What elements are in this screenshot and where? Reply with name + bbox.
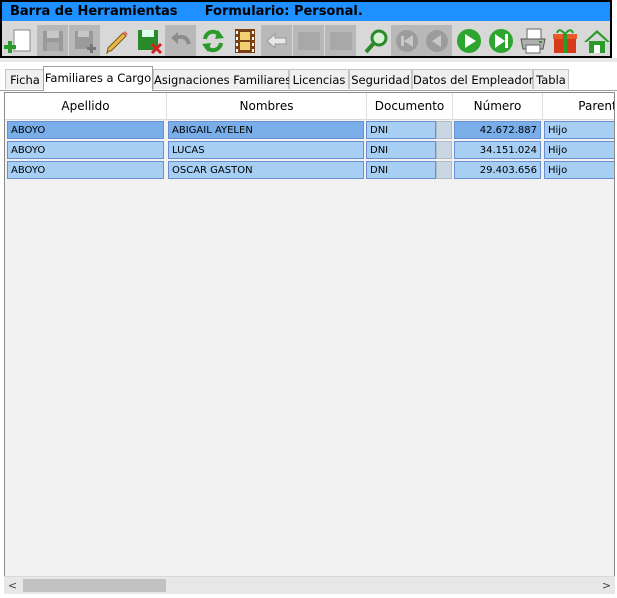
previous-record-icon[interactable] (421, 25, 452, 56)
scroll-left-arrow[interactable]: < (4, 577, 21, 594)
blank-icon-2[interactable] (325, 25, 356, 56)
undo-icon[interactable] (165, 25, 196, 56)
cell-documento[interactable]: DNI (366, 141, 436, 159)
toolbar-icons (2, 23, 610, 56)
home-icon[interactable] (581, 25, 612, 56)
tab-tabla[interactable]: Tabla (533, 69, 569, 89)
cell-documento-button[interactable] (436, 141, 452, 159)
tab-ficha[interactable]: Ficha (5, 69, 45, 89)
column-header-apellido[interactable]: Apellido (5, 93, 167, 119)
film-icon[interactable] (229, 25, 260, 56)
next-record-icon[interactable] (453, 25, 484, 56)
printer-icon[interactable] (517, 25, 548, 56)
cell-documento-button[interactable] (436, 121, 452, 139)
save-add-icon[interactable] (69, 25, 100, 56)
family-grid: Apellido Nombres Documento Número Parent… (4, 92, 615, 594)
tab-seguridad[interactable]: Seguridad (349, 69, 412, 89)
cell-documento[interactable]: DNI (366, 121, 436, 139)
cell-documento-button[interactable] (436, 161, 452, 179)
save-icon[interactable] (37, 25, 68, 56)
cell-parentesco[interactable]: Hijo (544, 121, 614, 139)
cell-apellido[interactable]: ABOYO (7, 141, 164, 159)
add-record-icon[interactable] (2, 25, 33, 56)
toolbar-title: Barra de Herramientas Formulario: Person… (2, 2, 610, 21)
toolbar: Barra de Herramientas Formulario: Person… (0, 0, 612, 58)
scroll-right-arrow[interactable]: > (598, 577, 615, 594)
back-arrow-icon[interactable] (261, 25, 292, 56)
cell-parentesco[interactable]: Hijo (544, 161, 614, 179)
tab-datos-del-empleador[interactable]: Datos del Empleador (412, 69, 533, 89)
horizontal-scrollbar[interactable]: < > (4, 576, 615, 594)
cell-documento[interactable]: DNI (366, 161, 436, 179)
refresh-icon[interactable] (197, 25, 228, 56)
blank-icon-1[interactable] (293, 25, 324, 56)
tab-asignaciones-familiares[interactable]: Asignaciones Familiares (153, 69, 291, 89)
column-header-documento[interactable]: Documento (367, 93, 453, 119)
table-row[interactable]: ABOYO LUCAS DNI 34.151.024 Hijo (5, 140, 614, 160)
cell-nombres[interactable]: ABIGAIL AYELEN (168, 121, 364, 139)
save-delete-icon[interactable] (133, 25, 164, 56)
cell-parentesco[interactable]: Hijo (544, 141, 614, 159)
grid-header: Apellido Nombres Documento Número Parent (5, 93, 614, 120)
cell-apellido[interactable]: ABOYO (7, 121, 164, 139)
last-record-icon[interactable] (485, 25, 516, 56)
column-header-numero[interactable]: Número (453, 93, 543, 119)
first-record-icon[interactable] (391, 25, 422, 56)
toolbar-separator (0, 58, 617, 62)
cell-nombres[interactable]: OSCAR GASTON (168, 161, 364, 179)
tab-familiares-a-cargo[interactable]: Familiares a Cargo (43, 66, 153, 91)
tab-licencias[interactable]: Licencias (289, 69, 349, 89)
search-icon[interactable] (361, 25, 392, 56)
cell-nombres[interactable]: LUCAS (168, 141, 364, 159)
tab-strip: Ficha Familiares a Cargo Asignaciones Fa… (0, 66, 617, 91)
scrollbar-thumb[interactable] (23, 579, 166, 592)
cell-numero[interactable]: 42.672.887 (454, 121, 541, 139)
table-row[interactable]: ABOYO OSCAR GASTON DNI 29.403.656 Hijo (5, 160, 614, 180)
column-header-nombres[interactable]: Nombres (167, 93, 367, 119)
cell-numero[interactable]: 29.403.656 (454, 161, 541, 179)
edit-pencil-icon[interactable] (101, 25, 132, 56)
table-row[interactable]: ABOYO ABIGAIL AYELEN DNI 42.672.887 Hijo (5, 120, 614, 140)
cell-apellido[interactable]: ABOYO (7, 161, 164, 179)
cell-numero[interactable]: 34.151.024 (454, 141, 541, 159)
gift-icon[interactable] (549, 25, 580, 56)
column-header-parentesco[interactable]: Parent (543, 93, 614, 119)
